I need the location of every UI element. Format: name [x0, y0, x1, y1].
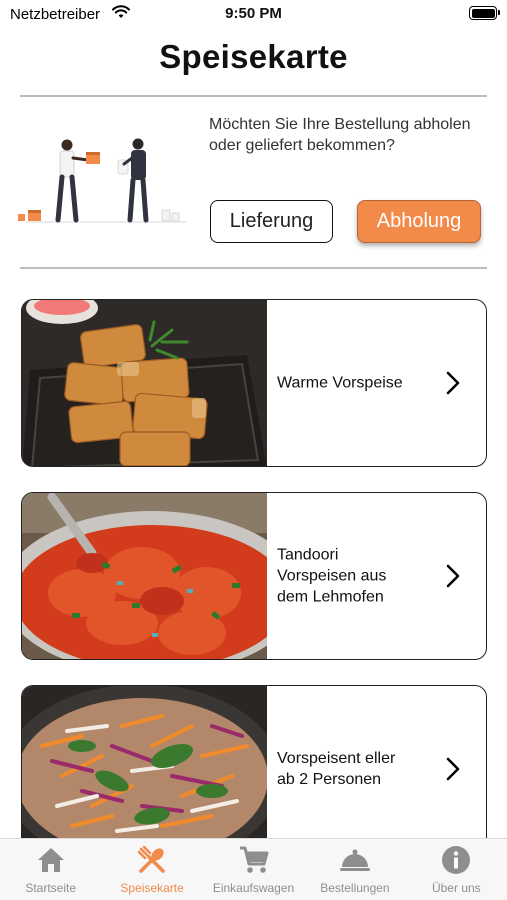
tandoori-curry-image	[22, 493, 267, 659]
cloche-icon	[339, 849, 370, 871]
delivery-question: Möchten Sie Ihre Bestellung abholen oder…	[209, 116, 471, 154]
divider	[20, 95, 487, 97]
battery-icon	[469, 6, 500, 20]
tab-startseite[interactable]: Startseite	[0, 839, 101, 900]
info-icon	[442, 846, 471, 874]
tab-label: Startseite	[25, 881, 77, 895]
category-label: Warme Vorspeise	[277, 374, 403, 392]
page-title: Speisekarte	[159, 38, 348, 75]
chevron-right-icon	[446, 371, 460, 395]
category-card-tandoori[interactable]: Tandoori Vorspeisen aus dem Lehmofen	[21, 492, 487, 660]
tab-label: Speisekarte	[120, 881, 184, 895]
category-card-platters[interactable]: Vorspeisent eller ab 2 Personen	[21, 685, 487, 853]
chevron-right-icon	[446, 564, 460, 588]
vegetable-platter-image	[22, 686, 267, 852]
tab-speisekarte[interactable]: Speisekarte	[101, 839, 202, 900]
tab-bar: Startseite Speisekarte Einkaufswagen Bes…	[0, 838, 507, 900]
tab-ueber-uns[interactable]: Über uns	[406, 839, 507, 900]
category-card-warm-appetizers[interactable]: Warme Vorspeise	[21, 299, 487, 467]
clock: 9:50 PM	[225, 5, 282, 22]
home-icon	[37, 848, 64, 872]
delivery-button[interactable]: Lieferung	[210, 200, 333, 243]
category-label: Tandoori Vorspeisen aus dem Lehmofen	[277, 546, 387, 606]
status-bar: Netzbetreiber 9:50 PM	[0, 0, 507, 30]
fried-appetizer-image	[22, 300, 267, 466]
chevron-right-icon	[446, 757, 460, 781]
pickup-button[interactable]: Abholung	[357, 200, 481, 243]
divider	[20, 267, 487, 269]
tab-bestellungen[interactable]: Bestellungen	[304, 839, 405, 900]
cart-icon	[239, 846, 269, 873]
tab-label: Einkaufswagen	[212, 881, 295, 895]
tab-label: Bestellungen	[320, 881, 390, 895]
category-label: Vorspeisent eller ab 2 Personen	[277, 750, 396, 788]
tab-label: Über uns	[431, 881, 481, 895]
tab-einkaufswagen[interactable]: Einkaufswagen	[203, 839, 304, 900]
utensils-icon	[137, 845, 165, 873]
delivery-illustration	[18, 138, 186, 223]
